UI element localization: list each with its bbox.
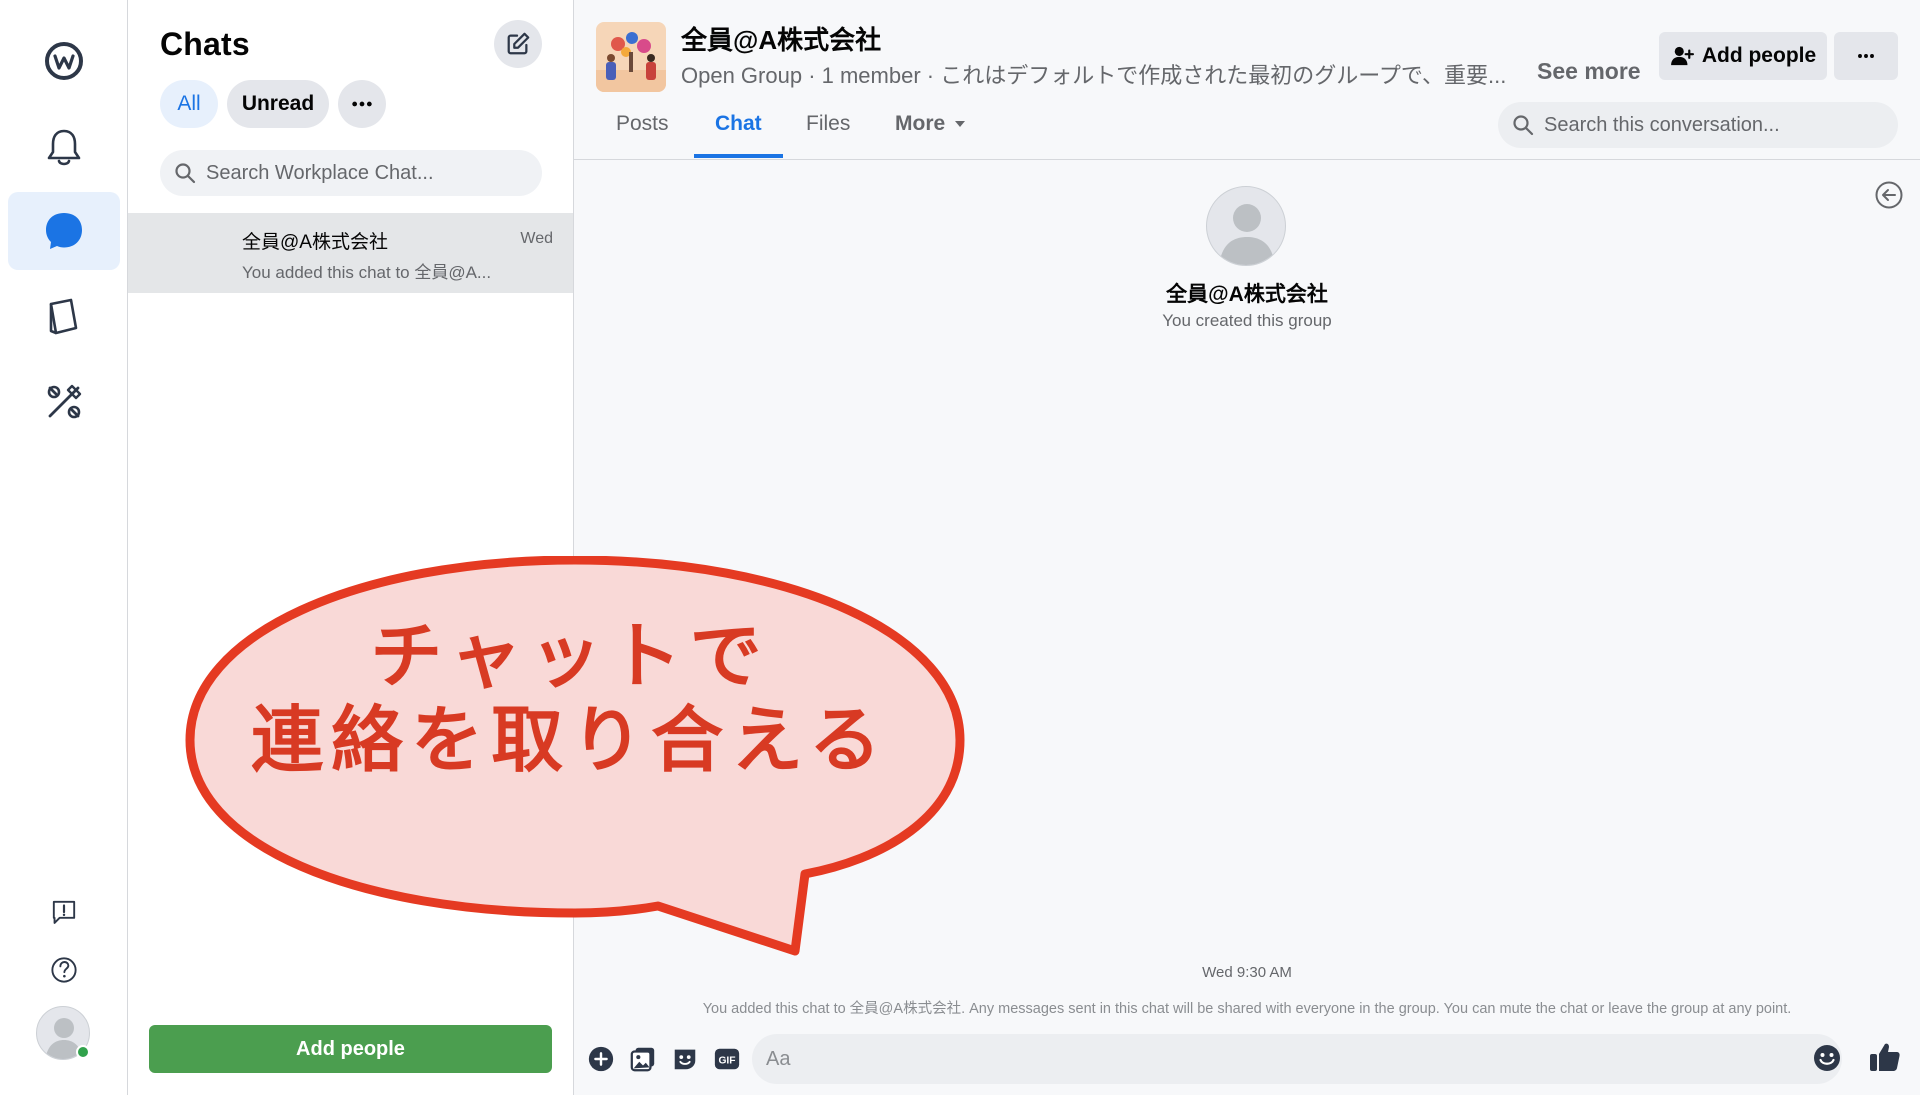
active-tab-indicator [694, 154, 783, 158]
online-status-dot [76, 1045, 90, 1059]
more-actions-button[interactable] [586, 1044, 616, 1074]
message-composer: GIF [574, 1030, 1920, 1090]
chat-item-name: 全員@A株式会社 [242, 232, 388, 253]
bell-icon [47, 129, 81, 166]
gif-button[interactable]: GIF [712, 1044, 742, 1074]
header-add-people-button[interactable]: Add people [1659, 32, 1827, 80]
new-message-button[interactable] [494, 20, 542, 68]
feedback-button[interactable] [8, 882, 120, 942]
arrow-left-circle-icon [1875, 181, 1903, 209]
knowledge-library-button[interactable] [8, 278, 120, 356]
attach-photo-button[interactable] [628, 1044, 658, 1074]
notifications-button[interactable] [8, 108, 120, 186]
sticker-button[interactable] [670, 1044, 700, 1074]
conversation-search-input[interactable] [1544, 113, 1874, 137]
callout-text: チャットで 連絡を取り合える [180, 614, 960, 782]
thumbs-up-icon [1870, 1043, 1900, 1071]
tools-button[interactable] [8, 363, 120, 441]
tools-icon [47, 384, 82, 419]
smiley-icon [1814, 1045, 1840, 1071]
message-input-box [752, 1034, 1842, 1084]
tab-files[interactable]: Files [806, 112, 850, 136]
tab-more-label: More [895, 112, 946, 135]
group-avatar [1206, 186, 1286, 266]
compose-icon [507, 32, 530, 55]
callout-speech-bubble: チャットで 連絡を取り合える [180, 556, 970, 956]
filter-all-button[interactable]: All [160, 80, 218, 128]
message-timestamp: Wed 9:30 AM [1202, 964, 1292, 981]
filter-more-button[interactable] [338, 80, 386, 128]
system-message: You added this chat to 全員@A株式会社. Any mes… [702, 1001, 1792, 1017]
add-person-icon [1670, 46, 1694, 66]
chats-nav-button[interactable] [8, 192, 120, 270]
intro-group-name: 全員@A株式会社 [1166, 283, 1328, 306]
like-button[interactable] [1868, 1040, 1902, 1074]
help-button[interactable] [8, 940, 120, 1000]
help-icon [51, 957, 77, 983]
group-title: 全員@A株式会社 [681, 25, 882, 55]
intro-created-text: You created this group [1162, 311, 1332, 330]
chat-list-item[interactable]: 全員@A株式会社 Wed You added this chat to 全員@A… [128, 213, 573, 293]
workplace-logo-icon [45, 42, 83, 80]
group-subtitle: Open Group · 1 member · これはデフォルトで作成された最初… [681, 63, 1507, 88]
tab-chat[interactable]: Chat [715, 112, 762, 136]
more-dots-icon [1858, 54, 1874, 58]
more-dots-icon [352, 101, 372, 107]
callout-line-1: チャットで [370, 614, 770, 698]
chat-search-box [160, 150, 542, 196]
emoji-button[interactable] [1812, 1043, 1842, 1073]
photo-icon [630, 1047, 655, 1072]
chat-item-time: Wed [520, 230, 553, 247]
see-more-link[interactable]: See more [1537, 58, 1641, 85]
search-icon [175, 163, 196, 184]
chats-title: Chats [160, 26, 250, 62]
caret-down-icon [955, 121, 966, 128]
person-silhouette-icon [1219, 204, 1275, 265]
search-icon [1513, 115, 1534, 136]
left-rail [0, 0, 128, 1095]
header-more-button[interactable] [1834, 32, 1898, 80]
callout-line-2: 連絡を取り合える [251, 698, 889, 782]
svg-text:GIF: GIF [718, 1056, 735, 1067]
sticker-icon [674, 1049, 696, 1070]
chat-item-preview: You added this chat to 全員@A... [242, 263, 492, 282]
book-icon [49, 298, 78, 335]
chat-bubble-icon [46, 213, 82, 249]
feedback-icon [52, 900, 76, 924]
collapse-panel-button[interactable] [1874, 180, 1904, 210]
add-people-button[interactable]: Add people [149, 1025, 552, 1073]
chat-search-input[interactable] [206, 161, 526, 185]
tab-posts[interactable]: Posts [616, 112, 669, 136]
conversation-header: 全員@A株式会社 Open Group · 1 member · これはデフォル… [574, 0, 1920, 160]
group-cover-image[interactable] [596, 22, 666, 92]
plus-circle-icon [588, 1046, 614, 1072]
tab-more[interactable]: More [895, 112, 966, 136]
gif-icon: GIF [714, 1048, 740, 1070]
filter-unread-button[interactable]: Unread [227, 80, 329, 128]
group-cover-illustration-icon [596, 22, 666, 92]
message-input[interactable] [766, 1047, 1766, 1071]
conversation-search-box [1498, 102, 1898, 148]
header-add-people-label: Add people [1701, 44, 1817, 67]
workplace-logo-button[interactable] [8, 22, 120, 100]
